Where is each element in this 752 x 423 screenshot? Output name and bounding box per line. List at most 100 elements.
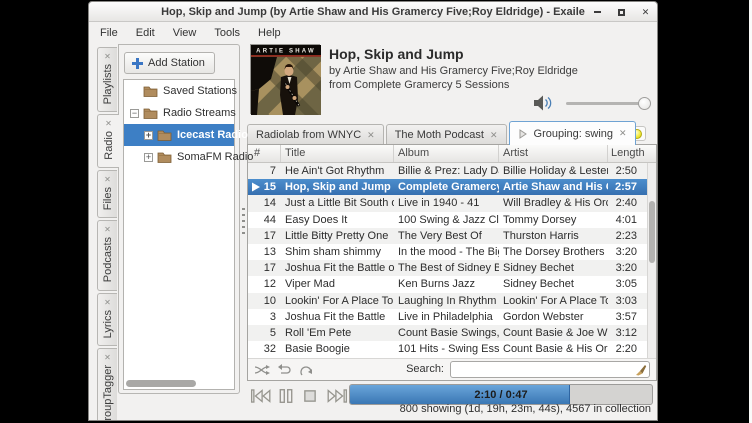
cell-album: In the mood - The Big Ban… bbox=[394, 246, 499, 258]
pause-button[interactable] bbox=[278, 388, 294, 404]
table-row[interactable]: 7 He Ain't Got Rhythm Billie & Prez: Lad… bbox=[248, 163, 647, 179]
collapse-expander-icon[interactable]: − bbox=[130, 109, 139, 118]
close-icon[interactable]: ✕ bbox=[104, 354, 111, 362]
cell-length: 2:20 bbox=[608, 343, 647, 355]
clear-search-brush-icon[interactable] bbox=[635, 364, 647, 376]
tree-item-icecast-radio[interactable]: + Icecast Radio bbox=[124, 124, 234, 146]
close-icon[interactable]: ✕ bbox=[104, 53, 111, 61]
expand-expander-icon[interactable]: + bbox=[144, 131, 153, 140]
cell-number: 5 bbox=[248, 327, 281, 339]
speaker-icon[interactable] bbox=[533, 95, 555, 111]
add-station-button[interactable]: Add Station bbox=[124, 52, 215, 74]
column-header-album[interactable]: Album bbox=[394, 145, 499, 162]
playlist-tab-moth[interactable]: The Moth Podcast ✕ bbox=[386, 124, 507, 145]
cell-number: 3 bbox=[248, 311, 281, 323]
dock-tab-label: Podcasts bbox=[102, 237, 114, 282]
dock-tab-podcasts[interactable]: ✕ Podcasts bbox=[97, 220, 117, 290]
stop-button[interactable] bbox=[302, 388, 318, 404]
column-header-length[interactable]: Length bbox=[608, 145, 647, 162]
cell-number: 32 bbox=[248, 343, 281, 355]
window-controls: ✕ bbox=[592, 2, 651, 22]
shuffle-button[interactable] bbox=[254, 363, 270, 377]
cell-length: 2:40 bbox=[608, 197, 647, 209]
search-input[interactable] bbox=[450, 361, 650, 378]
table-row[interactable]: 12 Viper Mad Ken Burns Jazz Sidney Beche… bbox=[248, 276, 647, 292]
table-row[interactable]: 10 Lookin' For A Place To Park Laughing … bbox=[248, 293, 647, 309]
table-row[interactable]: 17 Joshua Fit the Battle of J… The Best … bbox=[248, 260, 647, 276]
cell-length: 3:20 bbox=[608, 246, 647, 258]
cell-title: Little Bitty Pretty One bbox=[281, 230, 394, 242]
table-row[interactable]: 44 Easy Does It 100 Swing & Jazz Classic… bbox=[248, 212, 647, 228]
folder-icon bbox=[157, 151, 172, 163]
menu-file[interactable]: File bbox=[91, 24, 127, 42]
folder-icon bbox=[143, 85, 158, 97]
column-header-title[interactable]: Title bbox=[281, 145, 394, 162]
table-row[interactable]: 17 Little Bitty Pretty One The Very Best… bbox=[248, 228, 647, 244]
cell-album: Count Basie Swings, Joe … bbox=[394, 327, 499, 339]
close-icon[interactable]: ✕ bbox=[619, 128, 627, 139]
cell-length: 3:20 bbox=[608, 262, 647, 274]
cell-number: 10 bbox=[248, 295, 281, 307]
expand-expander-icon[interactable]: + bbox=[144, 153, 153, 162]
dynamic-button[interactable] bbox=[298, 363, 314, 377]
close-icon[interactable]: ✕ bbox=[367, 130, 375, 141]
table-row[interactable]: 3 Joshua Fit the Battle Live in Philadel… bbox=[248, 309, 647, 325]
dock-tab-lyrics[interactable]: ✕ Lyrics bbox=[97, 293, 117, 346]
menu-help[interactable]: Help bbox=[249, 24, 290, 42]
cell-title: Basie Boogie bbox=[281, 343, 394, 355]
close-icon[interactable]: ✕ bbox=[490, 130, 498, 141]
table-row-selected[interactable]: 15 Hop, Skip and Jump Complete Gramercy … bbox=[248, 179, 647, 195]
dock-tab-radio[interactable]: ✕ Radio bbox=[97, 114, 119, 168]
next-button[interactable] bbox=[326, 388, 348, 404]
close-icon[interactable]: ✕ bbox=[104, 176, 111, 184]
playlist-tab-label: Radiolab from WNYC bbox=[256, 129, 361, 141]
close-icon[interactable]: ✕ bbox=[104, 226, 111, 234]
playing-row-icon bbox=[251, 182, 261, 192]
menu-edit[interactable]: Edit bbox=[127, 24, 164, 42]
dock-tab-label: Files bbox=[102, 187, 114, 210]
tree-item-somafm-radio[interactable]: + SomaFM Radio bbox=[124, 146, 234, 168]
close-icon[interactable]: ✕ bbox=[104, 299, 111, 307]
close-icon[interactable]: ✕ bbox=[105, 120, 112, 128]
minimize-button[interactable] bbox=[592, 7, 603, 18]
tree-item-radio-streams[interactable]: − Radio Streams bbox=[124, 102, 234, 124]
table-row[interactable]: 14 Just a Little Bit South of … Live in … bbox=[248, 195, 647, 211]
cell-title: Roll 'Em Pete bbox=[281, 327, 394, 339]
table-row[interactable]: 13 Shim sham shimmy In the mood - The Bi… bbox=[248, 244, 647, 260]
cell-artist: Sidney Bechet bbox=[499, 278, 608, 290]
cell-artist: Count Basie & Joe Williams bbox=[499, 327, 608, 339]
cell-artist: Sidney Bechet bbox=[499, 262, 608, 274]
titlebar[interactable]: Hop, Skip and Jump (by Artie Shaw and Hi… bbox=[89, 2, 657, 22]
vertical-scrollbar[interactable] bbox=[647, 163, 656, 358]
menu-tools[interactable]: Tools bbox=[205, 24, 249, 42]
close-button[interactable]: ✕ bbox=[640, 7, 651, 18]
scrollbar-thumb[interactable] bbox=[649, 201, 655, 263]
tree-item-label: Saved Stations bbox=[163, 85, 237, 97]
previous-button[interactable] bbox=[250, 388, 272, 404]
column-header-artist[interactable]: Artist bbox=[499, 145, 608, 162]
volume-handle[interactable] bbox=[638, 97, 651, 110]
playlist-tab-radiolab[interactable]: Radiolab from WNYC ✕ bbox=[247, 124, 384, 145]
cell-artist: The Dorsey Brothers Orch… bbox=[499, 246, 608, 258]
plus-icon bbox=[132, 58, 143, 69]
tree-item-saved-stations[interactable]: Saved Stations bbox=[124, 80, 234, 102]
repeat-button[interactable] bbox=[276, 363, 292, 377]
dock-tab-files[interactable]: ✕ Files bbox=[97, 170, 117, 218]
cell-album: Billie & Prez: Lady Day & … bbox=[394, 165, 499, 177]
playlist-footer: Search: bbox=[248, 358, 656, 380]
table-row[interactable]: 32 Basie Boogie 101 Hits - Swing Essenti… bbox=[248, 341, 647, 357]
maximize-button[interactable] bbox=[616, 7, 627, 18]
horizontal-scrollbar[interactable] bbox=[126, 380, 196, 387]
cell-length: 2:50 bbox=[608, 165, 647, 177]
cell-title: Lookin' For A Place To Park bbox=[281, 295, 394, 307]
table-row[interactable]: 5 Roll 'Em Pete Count Basie Swings, Joe … bbox=[248, 325, 647, 341]
cell-album: The Best of Sidney Bechet… bbox=[394, 262, 499, 274]
cell-number: 7 bbox=[248, 165, 281, 177]
column-header-spacer bbox=[647, 145, 656, 162]
dock-tab-playlists[interactable]: ✕ Playlists bbox=[97, 47, 117, 112]
seek-progress-bar[interactable]: 2:10 / 0:47 bbox=[349, 384, 653, 405]
playlist-tab-grouping-swing[interactable]: Grouping: swing ✕ bbox=[509, 121, 636, 145]
cell-album: Live in 1940 - 41 bbox=[394, 197, 499, 209]
pane-resize-grip[interactable] bbox=[242, 208, 245, 234]
menu-view[interactable]: View bbox=[164, 24, 206, 42]
